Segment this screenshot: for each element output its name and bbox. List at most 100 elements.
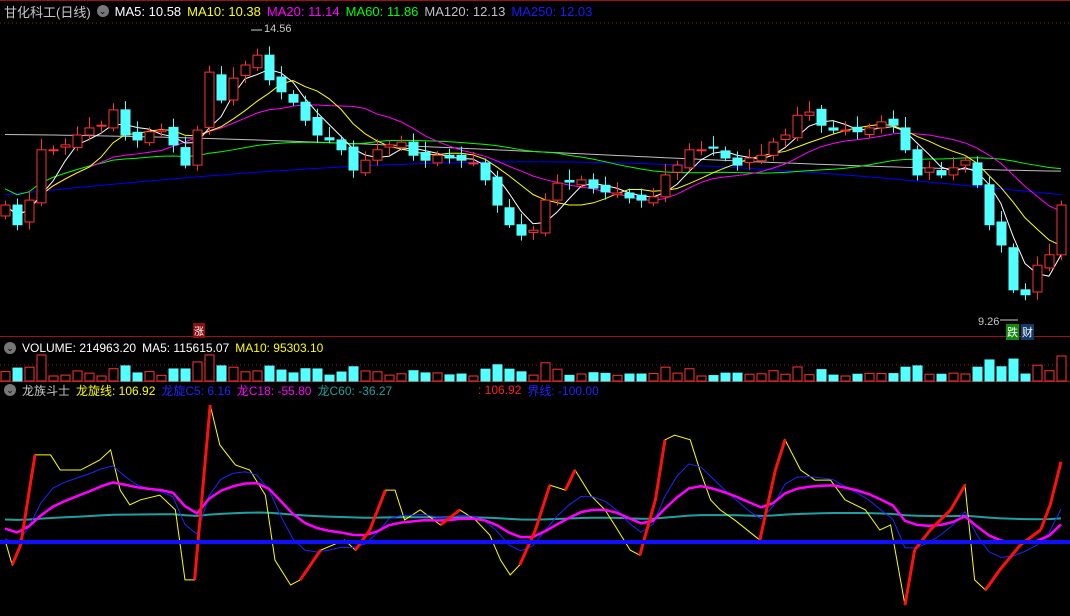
candle: [900, 127, 911, 151]
up-marker[interactable]: 涨: [193, 323, 205, 338]
candle: [804, 111, 815, 116]
candle: [780, 134, 791, 140]
candle: [276, 76, 287, 93]
volume-bar: [144, 371, 155, 382]
candle: [888, 118, 899, 126]
finance-marker[interactable]: 财: [1021, 324, 1034, 340]
candle: [432, 154, 443, 164]
volume-bar: [168, 368, 179, 382]
volume-bar: [396, 373, 407, 382]
candle: [948, 167, 959, 176]
dragon-rising-segment: [368, 489, 387, 531]
volume-bar: [768, 370, 779, 382]
candle: [192, 129, 203, 166]
down-marker[interactable]: 跌: [1006, 324, 1019, 340]
candle: [264, 54, 275, 81]
volume-bar: [1020, 373, 1031, 382]
candle: [708, 146, 719, 149]
volume-bar: [204, 354, 215, 382]
candle: [600, 184, 611, 193]
candle: [480, 162, 491, 181]
volume-bar: [252, 370, 263, 382]
volume-bar: [444, 374, 455, 382]
ma20-label: MA20: 11.14: [266, 3, 340, 19]
volume-bar: [492, 364, 503, 382]
dragon-rising-segment: [929, 508, 952, 532]
chevron-down-icon[interactable]: ⌄: [4, 342, 16, 354]
candle: [396, 141, 407, 149]
volume-bar: [684, 368, 695, 382]
volume-bar: [216, 365, 227, 382]
volume-bar: [468, 375, 479, 382]
volume-bar: [336, 371, 347, 382]
volume-label: VOLUME: 214963.20: [22, 341, 137, 355]
volume-bar: [432, 372, 443, 382]
candle: [1020, 289, 1031, 296]
candle: [852, 126, 863, 133]
candle: [876, 121, 887, 129]
volume-bar: [672, 372, 683, 382]
candle: [744, 157, 755, 163]
volume-bar: [708, 375, 719, 382]
volume-bar: [288, 372, 299, 382]
candle: [612, 192, 623, 196]
candle: [1056, 204, 1067, 256]
volume-bar: [780, 373, 791, 382]
volume-bar: [312, 368, 323, 382]
chevron-down-icon[interactable]: ⌄: [4, 384, 16, 396]
volume-bar: [840, 375, 851, 382]
indicator-c18-label: 龙C18: -55.80: [236, 383, 312, 398]
dragon-rising-segment: [518, 529, 537, 566]
candle: [444, 154, 455, 159]
volume-bar: [156, 374, 167, 382]
volume-bar: [720, 372, 731, 382]
volume-bar: [228, 366, 239, 382]
candle: [240, 64, 251, 76]
candle: [420, 152, 431, 161]
candle: [660, 174, 671, 198]
volume-bar: [744, 373, 755, 382]
indicator-name: 龙族斗士: [22, 383, 71, 398]
volume-bar: [516, 371, 527, 382]
dragon-rising-segment: [653, 439, 667, 501]
volume-bar: [996, 366, 1007, 382]
dragon-rising-segment: [564, 469, 577, 491]
volume-bar: [948, 372, 959, 382]
candle: [336, 139, 347, 151]
candle: [84, 127, 95, 136]
candle: [684, 149, 695, 169]
volume-bar: [624, 373, 635, 382]
candle: [144, 131, 155, 144]
chevron-down-icon[interactable]: ⌄: [96, 5, 109, 17]
volume-bar: [420, 372, 431, 382]
candle: [792, 114, 803, 139]
volume-bar: [828, 374, 839, 382]
stock-title: 甘化科工(日线): [4, 4, 91, 20]
volume-bar: [1008, 358, 1019, 382]
volume-bar: [888, 373, 899, 382]
volume-ma5-label: MA5: 115615.07: [142, 341, 230, 355]
candle: [204, 71, 215, 128]
ma120-label: MA120: 12.13: [424, 3, 506, 19]
candle: [96, 124, 107, 127]
candle: [60, 144, 71, 148]
candle: [156, 129, 167, 133]
candle: [552, 182, 563, 201]
indicator-value-label: : 106.92: [478, 383, 522, 397]
dragon-rising-segment: [984, 568, 1002, 591]
volume-bar: [72, 370, 83, 382]
candle: [756, 154, 767, 162]
volume-bar: [696, 375, 707, 382]
dragon-rising-segment: [638, 499, 657, 556]
ma10-label: MA10: 10.38: [187, 3, 261, 19]
ma60-label: MA60: 11.86: [345, 3, 419, 19]
candle: [912, 149, 923, 176]
candle: [864, 127, 875, 135]
volume-bar: [264, 365, 275, 382]
volume-bar: [1032, 364, 1043, 382]
candle: [348, 146, 359, 171]
candle: [24, 199, 35, 223]
candle: [1008, 247, 1019, 291]
dragon-rising-segment: [193, 404, 212, 581]
stock-chart[interactable]: [0, 0, 1070, 616]
